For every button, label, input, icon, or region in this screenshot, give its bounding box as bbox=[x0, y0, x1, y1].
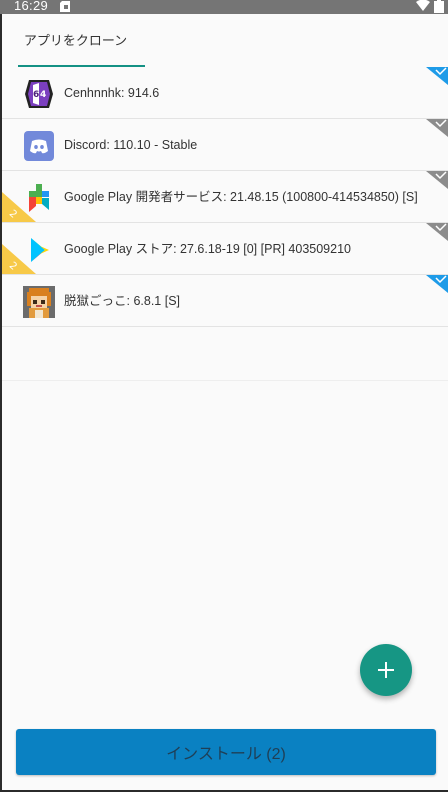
app-label: Google Play ストア: 27.6.18-19 [0] [PR] 403… bbox=[64, 242, 351, 256]
tab-clone-app[interactable]: アプリをクローン bbox=[18, 31, 145, 67]
selected-corner-icon bbox=[426, 67, 448, 85]
selected-corner-icon bbox=[426, 275, 448, 293]
install-button[interactable]: インストール (2) bbox=[16, 729, 436, 775]
discord-icon bbox=[24, 131, 54, 161]
list-divider bbox=[2, 380, 448, 381]
plus-icon bbox=[378, 662, 394, 678]
list-item[interactable]: 6 4 Cenhnnhk: 914.6 bbox=[2, 67, 448, 119]
app-list: 6 4 Cenhnnhk: 914.6 Discord: 110.10 - St… bbox=[2, 67, 448, 327]
unselected-corner-icon bbox=[426, 223, 448, 241]
list-item[interactable]: 脱獄ごっこ: 6.8.1 [S] bbox=[2, 275, 448, 327]
app-label: Cenhnnhk: 914.6 bbox=[64, 86, 160, 100]
status-bar: 16:29 bbox=[0, 0, 448, 14]
game-character-icon bbox=[23, 286, 55, 318]
app-screen: アプリをクローン 6 4 Cenhnnhk: 914.6 Discord: 11… bbox=[2, 14, 448, 790]
list-item[interactable]: Google Play 開発者サービス: 21.48.15 (100800-41… bbox=[2, 171, 448, 223]
wifi-icon bbox=[416, 0, 430, 11]
tab-label: アプリをクローン bbox=[23, 33, 128, 48]
unselected-corner-icon bbox=[426, 171, 448, 189]
add-app-button[interactable] bbox=[360, 644, 412, 696]
count-badge: 2 bbox=[2, 192, 36, 222]
gameguardian-icon: 6 4 bbox=[25, 80, 53, 108]
app-label: Discord: 110.10 - Stable bbox=[64, 138, 198, 152]
count-badge: 2 bbox=[2, 244, 36, 274]
app-label: 脱獄ごっこ: 6.8.1 [S] bbox=[64, 294, 181, 308]
svg-text:4: 4 bbox=[40, 90, 46, 100]
unselected-corner-icon bbox=[426, 119, 448, 137]
status-time: 16:29 bbox=[14, 0, 49, 13]
app-label: Google Play 開発者サービス: 21.48.15 (100800-41… bbox=[64, 190, 418, 204]
battery-icon bbox=[434, 0, 444, 13]
svg-text:6: 6 bbox=[33, 90, 39, 100]
sim-card-icon bbox=[60, 1, 70, 12]
list-item[interactable]: Google Play ストア: 27.6.18-19 [0] [PR] 403… bbox=[2, 223, 448, 275]
list-item[interactable]: Discord: 110.10 - Stable bbox=[2, 119, 448, 171]
